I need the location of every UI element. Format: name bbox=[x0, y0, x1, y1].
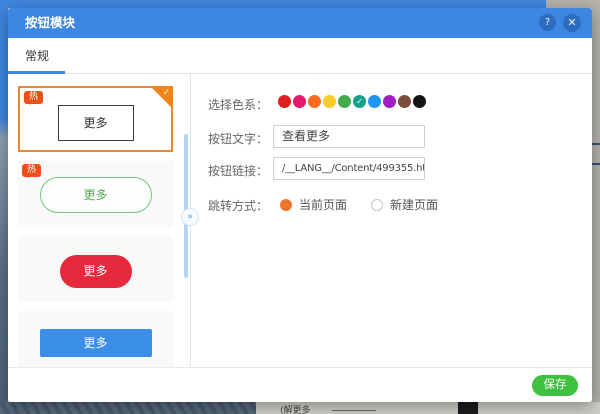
color-swatch-2[interactable] bbox=[308, 95, 321, 108]
style-option-red-pill[interactable]: 更多 bbox=[18, 236, 173, 302]
color-scheme-label: 选择色系： bbox=[198, 96, 268, 113]
preview-button-label: 更多 bbox=[40, 177, 152, 213]
save-button[interactable]: 保存 bbox=[532, 375, 578, 396]
hot-badge: 热 bbox=[24, 91, 43, 104]
background-page-left bbox=[0, 8, 8, 402]
style-option-green-pill[interactable]: 热更多 bbox=[18, 161, 173, 227]
color-swatch-7[interactable] bbox=[383, 95, 396, 108]
button-module-dialog: 按钮模块 ? ✕ 常规 ✓热更多热更多更多更多 » 选择色系： ✓ 按钮文字： … bbox=[8, 8, 592, 402]
check-icon: ✓ bbox=[353, 95, 366, 108]
button-text-label: 按钮文字： bbox=[198, 130, 268, 147]
tab-bar: 常规 bbox=[8, 38, 592, 74]
style-list-scrollbar[interactable] bbox=[184, 134, 188, 278]
jump-mode-label: 跳转方式： bbox=[198, 197, 268, 214]
tab-general[interactable]: 常规 bbox=[25, 38, 49, 74]
color-swatch-5[interactable]: ✓ bbox=[353, 95, 366, 108]
collapse-panel-button[interactable]: » bbox=[181, 208, 199, 226]
check-icon: ✓ bbox=[162, 88, 170, 98]
jump-option-label: 新建页面 bbox=[390, 198, 438, 212]
color-swatch-6[interactable] bbox=[368, 95, 381, 108]
color-swatches: ✓ bbox=[278, 95, 428, 109]
color-swatch-0[interactable] bbox=[278, 95, 291, 108]
background-photo bbox=[0, 402, 256, 414]
button-link-input[interactable]: /__LANG__/Content/499355.htm bbox=[273, 157, 425, 180]
color-swatch-3[interactable] bbox=[323, 95, 336, 108]
preview-button-label: 更多 bbox=[60, 255, 132, 288]
style-option-blue-rect[interactable]: 更多 bbox=[18, 311, 173, 367]
style-list: ✓热更多热更多更多更多 bbox=[8, 74, 190, 367]
radio-unselected-icon[interactable] bbox=[371, 199, 383, 211]
dialog-footer: 保存 bbox=[8, 367, 592, 402]
jump-mode-radios: 当前页面 新建页面 bbox=[280, 196, 462, 210]
background-mark bbox=[592, 163, 600, 165]
background-partial-rule bbox=[332, 410, 376, 411]
color-swatch-9[interactable] bbox=[413, 95, 426, 108]
style-option-outline-rect[interactable]: ✓ 热更多 bbox=[18, 86, 173, 152]
jump-option-label: 当前页面 bbox=[299, 198, 347, 212]
dialog-titlebar: 按钮模块 ? ✕ bbox=[8, 8, 592, 38]
jump-option-1[interactable]: 新建页面 bbox=[371, 196, 438, 213]
preview-button-label: 更多 bbox=[40, 329, 152, 357]
background-page-header bbox=[0, 0, 546, 8]
screen: (解更多 按钮模块 ? ✕ 常规 ✓热更多热更多更多更多 » 选择色系： ✓ 按… bbox=[0, 0, 600, 414]
jump-option-0[interactable]: 当前页面 bbox=[280, 196, 347, 213]
color-swatch-4[interactable] bbox=[338, 95, 351, 108]
close-icon[interactable]: ✕ bbox=[563, 14, 581, 32]
color-swatch-1[interactable] bbox=[293, 95, 306, 108]
radio-selected-icon[interactable] bbox=[280, 199, 292, 211]
background-mark bbox=[592, 143, 600, 145]
dialog-title: 按钮模块 bbox=[25, 8, 75, 38]
button-link-label: 按钮链接： bbox=[198, 162, 268, 179]
background-page-bottom: (解更多 bbox=[0, 402, 600, 414]
preview-button-label: 更多 bbox=[58, 105, 134, 141]
color-swatch-8[interactable] bbox=[398, 95, 411, 108]
hot-badge: 热 bbox=[22, 164, 41, 177]
help-icon[interactable]: ? bbox=[539, 14, 556, 31]
background-partial-text: (解更多 bbox=[280, 403, 311, 414]
background-page-edge bbox=[546, 0, 600, 8]
background-page-scroll-area bbox=[592, 8, 600, 402]
background-photo-edge bbox=[458, 402, 478, 414]
button-text-input[interactable]: 查看更多 bbox=[273, 125, 425, 148]
